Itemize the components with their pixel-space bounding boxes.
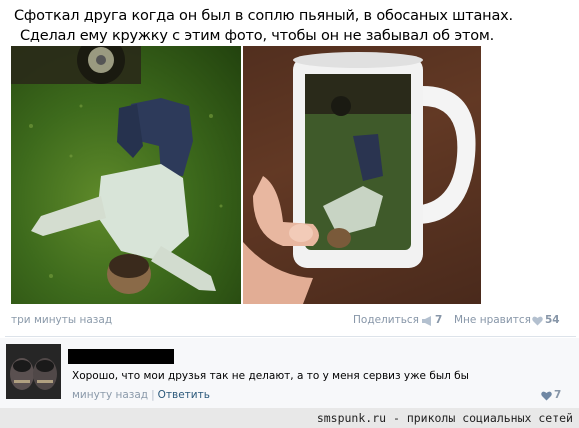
post-text-line-1: Сфоткал друга когда он был в соплю пьяны… — [14, 8, 513, 24]
comment-text: Хорошо, что мои друзья так не делают, а … — [72, 370, 469, 382]
watermark: smspunk.ru - приколы социальных сетей — [316, 411, 573, 425]
heart-icon[interactable] — [532, 316, 543, 326]
post-text-line-2: Сделал ему кружку с этим фото, чтобы он … — [20, 28, 495, 44]
comment-like-count: 7 — [554, 389, 562, 401]
like-count: 54 — [545, 314, 560, 326]
commenter-avatar[interactable] — [6, 344, 61, 399]
reply-button[interactable]: Ответить — [158, 389, 210, 401]
footer-bar: smspunk.ru - приколы социальных сетей — [0, 408, 579, 428]
post-text: Сфоткал друга когда он был в соплю пьяны… — [14, 6, 574, 46]
avatar-image — [6, 344, 61, 399]
post-photo-left[interactable] — [11, 46, 241, 304]
mug-photo-illustration — [243, 46, 481, 304]
divider — [5, 336, 576, 337]
like-button[interactable]: Мне нравится — [454, 314, 531, 326]
comment-item: Хорошо, что мои друзья так не делают, а … — [0, 338, 579, 408]
post-timestamp[interactable]: три минуты назад — [11, 314, 112, 326]
comment-time[interactable]: минуту назад — [72, 389, 148, 401]
share-button[interactable]: Поделиться — [353, 314, 419, 326]
post-photo-right[interactable] — [243, 46, 481, 304]
comment-meta: минуту назад | Ответить — [72, 389, 210, 401]
share-count: 7 — [435, 314, 443, 326]
comment-heart-icon[interactable] — [541, 391, 552, 401]
lying-man-illustration — [11, 46, 223, 294]
megaphone-icon[interactable] — [421, 316, 433, 326]
comment-separator: | — [151, 389, 155, 401]
post-meta-row: три минуты назад Поделиться 7 Мне нравит… — [11, 314, 567, 330]
commenter-name-redacted — [68, 349, 174, 364]
